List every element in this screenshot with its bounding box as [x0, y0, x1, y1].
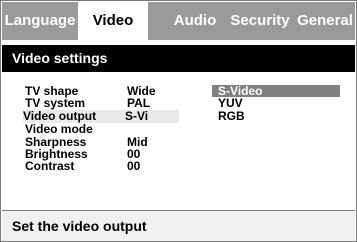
tab-security[interactable]: Security: [220, 2, 300, 40]
option-rgb[interactable]: RGB: [212, 110, 340, 122]
setting-value: S-Vi: [125, 109, 149, 123]
status-bar: Set the video output: [2, 210, 355, 241]
setting-label: Contrast: [25, 159, 75, 173]
tab-video[interactable]: Video: [78, 2, 148, 40]
tab-bar: Language Video Audio Security General: [2, 2, 355, 40]
setting-value: 00: [127, 159, 141, 173]
panel-title: Video settings: [2, 45, 355, 72]
option-yuv[interactable]: YUV: [212, 97, 340, 109]
settings-window: Language Video Audio Security General Vi…: [0, 0, 357, 242]
tab-language[interactable]: Language: [2, 2, 78, 40]
tab-general[interactable]: General: [294, 2, 356, 40]
